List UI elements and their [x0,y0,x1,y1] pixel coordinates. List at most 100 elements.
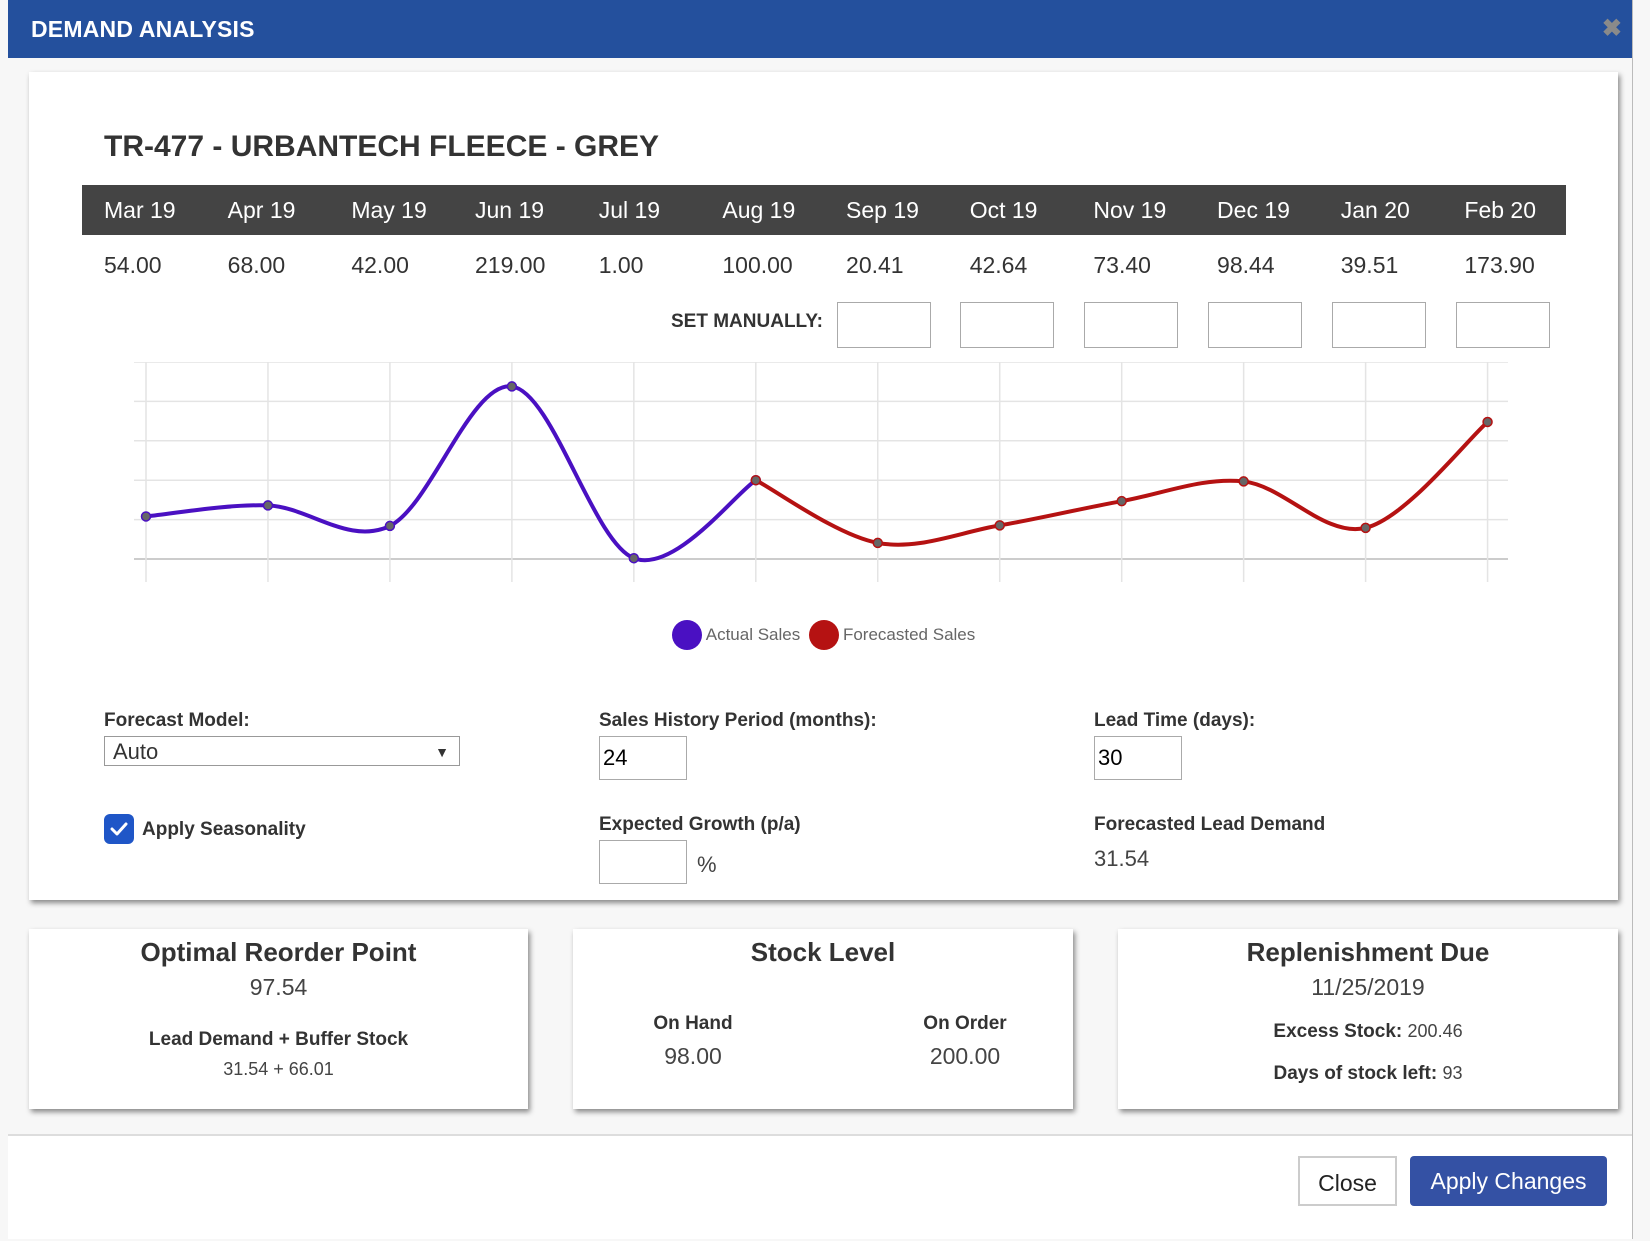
days-left-label: Days of stock left: [1273,1063,1438,1084]
on-order-label: On Order [923,1013,1007,1034]
month-value: 73.40 [1093,252,1151,278]
month-value: 68.00 [227,252,286,278]
excess-stock-row: Excess Stock: 200.46 [1118,1021,1618,1043]
stock-level-title: Stock Level [750,937,896,967]
month-header: Sep 19 [846,197,919,223]
reorder-point-title: Optimal Reorder Point [140,937,417,967]
excess-stock-label: Excess Stock: [1273,1021,1403,1042]
forecast-model-label: Forecast Model: [104,710,250,731]
forecasted-sales-point [750,474,762,486]
sales-history-label: Sales History Period (months): [599,710,877,731]
forecasted-sales-point [994,520,1005,531]
lead-time-input[interactable] [1094,736,1182,780]
month-header: Feb 20 [1464,197,1536,223]
month-header: Dec 19 [1217,197,1290,223]
manual-input-feb-20[interactable] [1456,302,1550,348]
month-header-row: Mar 19 Apr 19 May 19 Jun 19 Jul 19 Aug 1… [82,185,1566,235]
month-value: 42.64 [969,252,1028,278]
close-x-icon[interactable]: ✖ [1602,14,1622,43]
month-value: 39.51 [1340,252,1399,278]
expected-growth-label: Expected Growth (p/a) [599,814,801,835]
expected-growth-input[interactable] [599,840,687,884]
month-header: Mar 19 [104,197,176,223]
product-title: TR-477 - URBANTECH FLEECE - GREY [104,130,660,163]
reorder-point-card: Optimal Reorder Point 97.54 Lead Demand … [29,929,528,1109]
sales-history-input[interactable] [599,736,687,780]
modal-footer: Close Apply Changes [8,1136,1632,1239]
actual-sales-point [140,511,152,522]
legend-item-forecast[interactable]: Forecasted Sales [808,620,976,650]
stock-level-card: Stock Level On Hand 98.00 On Order 200.0… [573,929,1073,1109]
close-button[interactable]: Close [1298,1156,1397,1206]
legend-label-forecast: Forecasted Sales [842,625,976,644]
set-manually-label: SET MANUALLY: [671,311,823,332]
modal-header: DEMAND ANALYSIS ✖ [8,0,1632,58]
legend-label-actual: Actual Sales [705,625,801,644]
excess-stock-value: 200.46 [1407,1021,1463,1041]
analysis-card: TR-477 - URBANTECH FLEECE - GREY Mar 19 … [29,72,1618,900]
dropdown-arrow-icon: ▼ [435,744,449,760]
month-values-row: 54.00 68.00 42.00 219.00 1.00 100.00 20.… [82,252,1566,279]
manual-input-oct-19[interactable] [960,302,1054,348]
legend-item-actual[interactable]: Actual Sales [671,620,801,650]
chart-legend: Actual Sales Forecasted Sales [29,620,1618,655]
percent-unit: % [697,852,717,877]
month-value: 219.00 [475,252,546,278]
manual-input-sep-19[interactable] [837,302,931,348]
apply-changes-button[interactable]: Apply Changes [1410,1156,1607,1206]
reorder-sub-value: 31.54 + 66.01 [223,1059,334,1079]
reorder-sub-label: Lead Demand + Buffer Stock [148,1029,409,1050]
month-header: May 19 [351,197,427,223]
month-value: 100.00 [722,252,793,278]
actual-sales-line [144,384,758,563]
reorder-point-value: 97.54 [249,974,308,1000]
month-value: 1.00 [598,252,644,278]
month-header: Oct 19 [969,197,1038,223]
forecasted-lead-demand-label: Forecasted Lead Demand [1094,814,1326,835]
apply-seasonality-label: Apply Seasonality [142,819,306,840]
forecasted-sales-point [1482,416,1493,428]
on-order-section: On Order 200.00 [845,1013,1085,1070]
forecasted-sales-point [1116,495,1127,507]
legend-swatch-forecast [808,620,839,650]
month-value: 42.00 [351,252,409,278]
month-value: 173.90 [1464,252,1535,278]
replenishment-title: Replenishment Due [1246,937,1490,967]
actual-sales-point [384,520,396,532]
days-left-value: 93 [1442,1063,1463,1083]
month-header: Apr 19 [227,197,296,223]
month-header: Nov 19 [1093,197,1167,223]
manual-input-jan-20[interactable] [1332,302,1426,348]
on-hand-section: On Hand 98.00 [573,1013,813,1070]
apply-seasonality-checkbox[interactable] [104,814,134,844]
checkmark-icon [110,822,128,836]
month-value: 98.44 [1217,252,1275,278]
forecasted-sales-point [1360,522,1371,534]
replenishment-date: 11/25/2019 [1311,974,1425,1000]
forecast-model-select[interactable]: Auto ▼ [104,736,460,766]
forecasted-lead-demand-value: 31.54 [1094,846,1150,871]
month-header: Jun 19 [475,197,545,223]
demand-analysis-modal: DEMAND ANALYSIS ✖ TR-477 - URBANTECH FLE… [8,0,1633,1239]
month-header: Jan 20 [1340,197,1410,223]
days-left-row: Days of stock left: 93 [1118,1063,1618,1085]
manual-input-dec-19[interactable] [1208,302,1302,348]
actual-sales-point [628,552,640,564]
forecasted-sales-point [872,537,884,549]
month-header: Jul 19 [598,197,661,223]
modal-title: DEMAND ANALYSIS [31,16,255,42]
on-hand-value: 98.00 [664,1043,722,1069]
forecast-model-value: Auto [113,739,159,764]
set-manually-row: SET MANUALLY: [82,302,1566,348]
actual-sales-point [506,381,518,392]
month-value: 20.41 [846,252,904,278]
lead-time-label: Lead Time (days): [1094,710,1256,731]
replenishment-card: Replenishment Due 11/25/2019 Excess Stoc… [1118,929,1618,1109]
sales-chart [134,362,1508,582]
month-header: Aug 19 [722,197,796,223]
on-hand-label: On Hand [653,1013,733,1034]
actual-sales-point [262,500,274,511]
on-order-value: 200.00 [929,1043,1001,1069]
legend-swatch-actual [671,620,702,650]
manual-input-nov-19[interactable] [1084,302,1178,348]
